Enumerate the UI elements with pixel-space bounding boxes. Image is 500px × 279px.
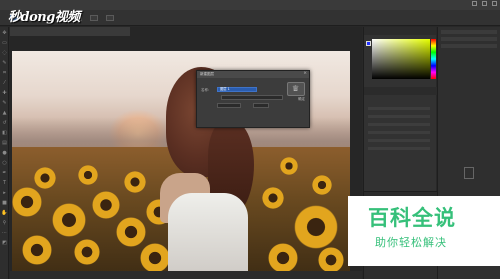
eraser-tool-icon[interactable]: ◧ xyxy=(1,130,8,137)
adjustments-panel-tabs xyxy=(364,87,437,95)
foreground-color-swatch[interactable] xyxy=(366,41,371,46)
baike-subtitle: 助你轻松解决 xyxy=(375,236,447,249)
sunflower xyxy=(312,175,332,195)
document-area xyxy=(10,27,362,279)
sunflower xyxy=(74,239,100,265)
name-field[interactable]: 图层 1 xyxy=(217,87,257,92)
color-swatches-icon[interactable]: ◩ xyxy=(1,240,8,247)
toolbox: ✥ ▭ ◌ ✎ ⌗ ⁄ ✚ ✎ ▲ ↺ ◧ ▤ ● ○ ✒ T ▸ ■ ✋ ⚲ … xyxy=(0,27,9,279)
new-layer-dialog: 新建图层 × 名称: 图层 1 ♕ 确定 xyxy=(196,70,310,128)
panel-row xyxy=(368,131,430,134)
woman-shirt xyxy=(168,193,248,275)
marquee-tool-icon[interactable]: ▭ xyxy=(1,40,8,47)
library-icon xyxy=(464,167,474,179)
healing-tool-icon[interactable]: ✚ xyxy=(1,90,8,97)
trophy-icon: ♕ xyxy=(292,84,300,93)
sunflower xyxy=(34,167,56,189)
dialog-title-text: 新建图层 xyxy=(200,72,214,76)
option-button[interactable] xyxy=(106,14,114,21)
color-picker xyxy=(364,35,437,83)
panel-row xyxy=(368,147,430,150)
hue-slider[interactable] xyxy=(431,39,436,79)
sunflower xyxy=(92,191,120,219)
lasso-tool-icon[interactable]: ◌ xyxy=(1,50,8,57)
type-tool-icon[interactable]: T xyxy=(1,180,8,187)
panel-row xyxy=(368,139,430,142)
panel-row xyxy=(441,44,497,48)
pen-tool-icon[interactable]: ✒ xyxy=(1,170,8,177)
shape-tool-icon[interactable]: ■ xyxy=(1,200,8,207)
sunflower xyxy=(22,235,52,265)
dialog-title: 新建图层 × xyxy=(197,71,309,78)
color-panel-tabs xyxy=(364,27,436,35)
close-window-icon[interactable] xyxy=(492,1,497,6)
quick-select-tool-icon[interactable]: ✎ xyxy=(1,60,8,67)
path-select-icon[interactable]: ▸ xyxy=(1,190,8,197)
blur-tool-icon[interactable]: ● xyxy=(1,150,8,157)
minimize-icon[interactable] xyxy=(472,1,477,6)
panel-row xyxy=(441,37,497,41)
sunflower xyxy=(280,157,298,175)
option-checkbox-field[interactable] xyxy=(221,95,283,100)
stamp-tool-icon[interactable]: ▲ xyxy=(1,110,8,117)
watermark-logo: 秒dong视频 xyxy=(8,10,80,25)
sunflower xyxy=(124,171,146,193)
edit-toolbar-icon[interactable]: ⋯ xyxy=(1,230,8,237)
close-icon[interactable]: × xyxy=(303,71,307,76)
panel-row xyxy=(441,30,497,34)
document-tab[interactable] xyxy=(10,27,130,36)
panel-row xyxy=(368,107,430,110)
status-bar xyxy=(10,271,362,279)
option-button[interactable] xyxy=(90,14,98,21)
brush-tool-icon[interactable]: ✎ xyxy=(1,100,8,107)
opacity-field[interactable] xyxy=(253,103,269,108)
confirm-label: 确定 xyxy=(298,97,305,101)
window-controls xyxy=(472,1,497,6)
sunflower xyxy=(12,187,42,217)
sunflower xyxy=(318,247,344,273)
sunflower xyxy=(116,217,146,247)
move-tool-icon[interactable]: ✥ xyxy=(1,30,8,37)
sunflower xyxy=(294,205,338,249)
baike-title: 百科全说 xyxy=(368,206,456,230)
zoom-tool-icon[interactable]: ⚲ xyxy=(1,220,8,227)
name-label: 名称: xyxy=(201,88,210,92)
baike-watermark: 百科全说 助你轻松解决 xyxy=(348,196,500,266)
sunflower xyxy=(78,165,98,185)
gradient-tool-icon[interactable]: ▤ xyxy=(1,140,8,147)
hand-tool-icon[interactable]: ✋ xyxy=(1,210,8,217)
maximize-icon[interactable] xyxy=(482,1,487,6)
saturation-field[interactable] xyxy=(372,39,430,79)
sunflower xyxy=(52,203,86,237)
history-brush-icon[interactable]: ↺ xyxy=(1,120,8,127)
dodge-tool-icon[interactable]: ○ xyxy=(1,160,8,167)
eyedropper-tool-icon[interactable]: ⁄ xyxy=(1,80,8,87)
crop-tool-icon[interactable]: ⌗ xyxy=(1,70,8,77)
panel-row xyxy=(368,123,430,126)
panel-row xyxy=(368,115,430,118)
confirm-button[interactable]: ♕ xyxy=(287,82,305,96)
mode-select[interactable] xyxy=(217,103,241,108)
